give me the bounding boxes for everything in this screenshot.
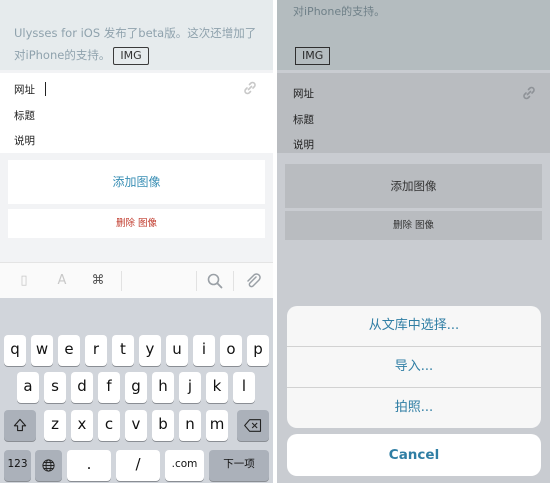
key-g[interactable]: g [125,372,147,403]
image-form [0,73,273,153]
key-m[interactable]: m [206,410,228,441]
right-screen: 对iPhone的支持。 IMG 网址 标题 说明 添加图像 删除 图像 从文库中… [277,0,550,483]
key-c[interactable]: c [98,410,120,441]
action-sheet: 从文库中选择... 导入... 拍照... [287,306,541,428]
dotcom-key[interactable]: .com [165,450,204,481]
editor-toolbar: ▯ A ⌘ [0,262,273,298]
key-q[interactable]: q [4,335,26,366]
add-image-button[interactable]: 添加图像 [8,160,265,204]
key-y[interactable]: y [139,335,161,366]
key-p[interactable]: p [247,335,269,366]
markup-icon[interactable]: A [52,271,72,291]
title-label: 标题 [293,114,314,126]
attachment-icon[interactable] [243,271,263,291]
key-v[interactable]: v [125,410,147,441]
format-icon[interactable]: ▯ [14,271,34,291]
key-s[interactable]: s [44,372,66,403]
backspace-key[interactable] [237,410,269,441]
key-u[interactable]: u [166,335,188,366]
import-button[interactable]: 导入... [287,347,541,387]
search-icon[interactable] [205,271,225,291]
url-label: 网址 [293,88,314,100]
cancel-button[interactable]: Cancel [287,434,541,476]
key-e[interactable]: e [58,335,80,366]
add-image-button: 添加图像 [285,164,542,208]
key-a[interactable]: a [17,372,39,403]
key-z[interactable]: z [44,410,66,441]
img-tag[interactable]: IMG [113,46,149,65]
link-icon [523,86,535,100]
key-r[interactable]: r [85,335,107,366]
command-icon[interactable]: ⌘ [88,271,108,291]
key-o[interactable]: o [220,335,242,366]
next-field-key[interactable]: 下一项 [209,450,269,481]
editor-area[interactable]: Ulysses for iOS 发布了beta版。这次还增加了对iPhone的支… [0,0,273,70]
key-k[interactable]: k [206,372,228,403]
slash-key[interactable]: / [116,450,160,481]
title-label[interactable]: 标题 [14,108,35,123]
key-n[interactable]: n [179,410,201,441]
delete-image-button: 删除 图像 [285,211,542,240]
key-j[interactable]: j [179,372,201,403]
key-h[interactable]: h [152,372,174,403]
toolbar-divider [121,271,122,291]
globe-icon [42,459,55,472]
editor-area-dimmed: 对iPhone的支持。 IMG [277,0,550,70]
key-x[interactable]: x [71,410,93,441]
description-label[interactable]: 说明 [14,133,35,148]
editor-paragraph: 对iPhone的支持。 [293,5,386,18]
editor-text: Ulysses for iOS 发布了beta版。这次还增加了对iPhone的支… [14,22,266,66]
url-label: 网址 [14,84,35,96]
key-f[interactable]: f [98,372,120,403]
key-w[interactable]: w [31,335,53,366]
numbers-key[interactable]: 123 [4,450,31,481]
period-key[interactable]: . [67,450,111,481]
toolbar-divider [196,271,197,291]
choose-from-library-button[interactable]: 从文库中选择... [287,306,541,346]
description-label: 说明 [293,139,314,151]
key-t[interactable]: t [112,335,134,366]
shift-icon [13,418,27,432]
key-d[interactable]: d [71,372,93,403]
delete-image-button[interactable]: 删除 图像 [8,209,265,238]
left-screen: Ulysses for iOS 发布了beta版。这次还增加了对iPhone的支… [0,0,273,483]
shift-key[interactable] [4,410,36,441]
image-form-dimmed [277,73,550,153]
key-b[interactable]: b [152,410,174,441]
text-caret [45,82,46,96]
keyboard: q w e r t y u i o p a s d f g h j k l z … [0,298,273,483]
link-icon[interactable] [242,80,258,96]
backspace-icon [244,419,262,432]
img-tag: IMG [295,47,331,65]
key-i[interactable]: i [193,335,215,366]
toolbar-divider [233,271,234,291]
key-l[interactable]: l [233,372,255,403]
globe-key[interactable] [35,450,62,481]
take-photo-button[interactable]: 拍照... [287,388,541,428]
